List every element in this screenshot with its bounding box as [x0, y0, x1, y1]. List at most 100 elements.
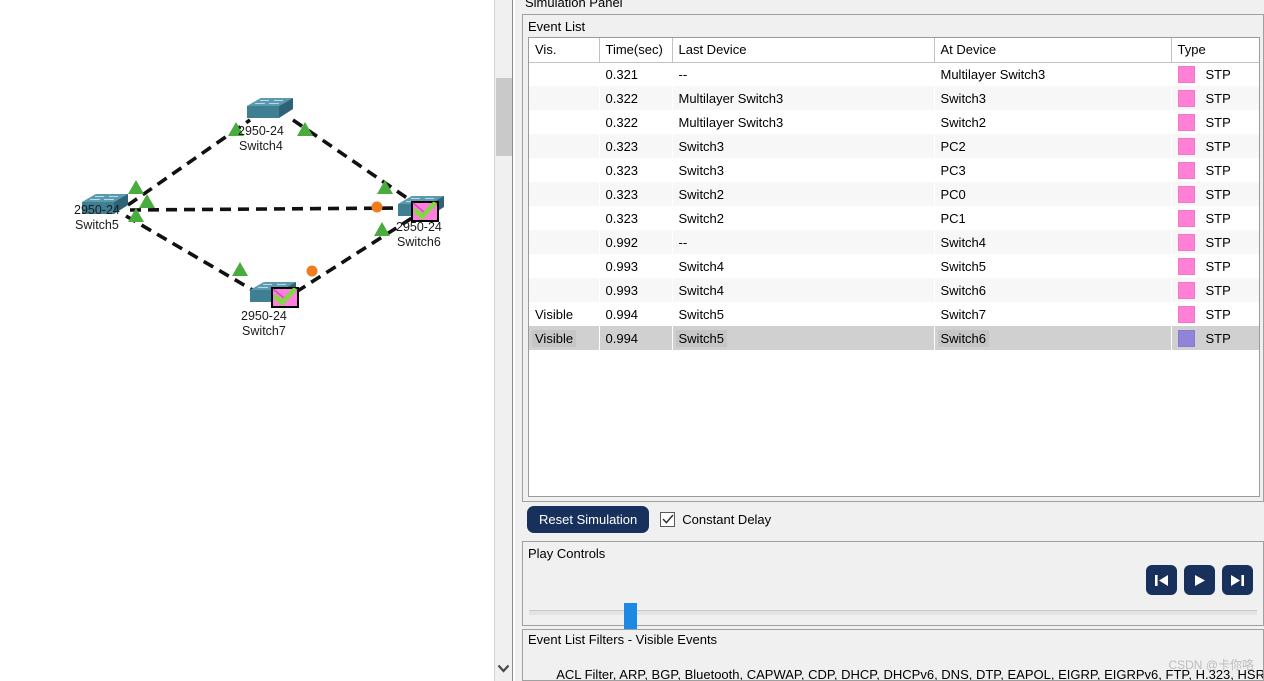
cell-last-device: Switch2 [678, 210, 725, 226]
cell-time: 0.323 [599, 134, 672, 158]
cell-time: 0.993 [605, 258, 639, 274]
table-row[interactable]: 0.992 -- Switch4 STP [529, 230, 1259, 254]
cell-at-device: Switch7 [940, 306, 987, 322]
cell-vis [529, 110, 599, 134]
cell-vis [529, 278, 599, 302]
cell-vis [529, 134, 599, 158]
chevron-down-icon[interactable] [495, 660, 512, 677]
cell-at-device: Multilayer Switch3 [940, 66, 1046, 82]
network-topology-canvas[interactable]: 2950-24 Switch4 2950-24 Switch5 2950-24 … [0, 0, 492, 681]
cell-at-device: PC2 [934, 134, 1171, 158]
port-status-icon [128, 180, 144, 194]
cell-last-device: Multilayer Switch3 [672, 86, 934, 110]
device-model: 2950-24 [238, 124, 284, 138]
type-color-swatch [1177, 257, 1195, 275]
table-row[interactable]: 0.321 -- Multilayer Switch3 STP [529, 62, 1259, 86]
cell-at-device: Switch2 [940, 114, 987, 130]
envelope-icon-switch6 [412, 202, 438, 221]
cell-type: STP [1171, 158, 1259, 182]
cell-last-device: Switch5 [672, 326, 934, 350]
table-row[interactable]: 0.323 Switch3 PC2 STP [529, 134, 1259, 158]
cell-time: 0.323 [605, 162, 639, 178]
type-label: STP [1205, 234, 1231, 250]
cell-type: STP [1171, 110, 1259, 134]
table-row[interactable]: Visible 0.994 Switch5 Switch7 STP [529, 302, 1259, 326]
event-list-filters-group: Event List Filters - Visible Events ACL … [522, 629, 1264, 681]
cell-type: STP [1171, 302, 1259, 326]
canvas-vertical-scrollbar[interactable] [494, 0, 513, 681]
cell-type: STP [1171, 326, 1259, 350]
cell-last-device: Multilayer Switch3 [678, 114, 784, 130]
column-header-type[interactable]: Type [1171, 38, 1259, 63]
type-color-swatch [1177, 209, 1195, 227]
table-row[interactable]: 0.993 Switch4 Switch5 STP [529, 254, 1259, 278]
constant-delay-label: Constant Delay [682, 512, 772, 527]
cell-vis [529, 158, 599, 182]
simulation-time-slider[interactable] [529, 603, 1257, 629]
type-label: STP [1205, 114, 1231, 130]
cell-time: 0.322 [605, 114, 639, 130]
cell-type: STP [1171, 62, 1259, 86]
table-row[interactable]: 0.323 Switch2 PC1 STP [529, 206, 1259, 230]
cell-at-device: Switch4 [934, 230, 1171, 254]
table-row[interactable]: 0.322 Multilayer Switch3 Switch3 STP [529, 86, 1259, 110]
checkbox-box[interactable] [660, 512, 676, 527]
forward-to-end-button[interactable] [1222, 565, 1253, 595]
cell-vis: Visible [535, 306, 574, 322]
type-color-swatch [1177, 65, 1195, 83]
constant-delay-checkbox[interactable]: Constant Delay [660, 512, 771, 527]
type-label: STP [1205, 162, 1231, 178]
type-label: STP [1205, 90, 1231, 106]
device-model: 2950-24 [74, 203, 120, 217]
envelope-icon-switch7 [272, 288, 298, 307]
column-header-last-device[interactable]: Last Device [672, 38, 935, 63]
device-name: Switch5 [75, 218, 119, 232]
table-row[interactable]: 0.323 Switch3 PC3 STP [529, 158, 1259, 182]
event-list-filters-text[interactable]: ACL Filter, ARP, BGP, Bluetooth, CAPWAP,… [528, 649, 1263, 680]
cell-last-device: Switch5 [678, 306, 725, 322]
event-list-body: 0.321 -- Multilayer Switch3 STP 0.322 Multila… [529, 62, 1259, 350]
table-row[interactable]: 0.993 Switch4 Switch6 STP [529, 278, 1259, 302]
event-list-table-container[interactable]: Vis. Time(sec) Last Device At Device Typ… [528, 37, 1260, 497]
back-to-start-button[interactable] [1146, 565, 1177, 595]
slider-thumb[interactable] [623, 603, 637, 629]
scrollbar-thumb[interactable] [496, 78, 512, 156]
device-name: Switch7 [242, 324, 286, 338]
cell-last-device: Switch4 [678, 258, 725, 274]
skip-forward-icon [1231, 574, 1244, 586]
table-row[interactable]: 0.323 Switch2 PC0 STP [529, 182, 1259, 206]
event-list-filters-legend: Event List Filters - Visible Events [528, 632, 718, 647]
skip-back-icon [1155, 574, 1168, 586]
cell-last-device: -- [672, 230, 934, 254]
port-status-icon [232, 262, 248, 276]
packet-icon [306, 265, 318, 277]
table-row[interactable]: Visible 0.994 Switch5 Switch6 STP [529, 326, 1259, 350]
cell-at-device: Switch5 [940, 258, 987, 274]
column-header-vis[interactable]: Vis. [529, 38, 600, 63]
type-label: STP [1205, 210, 1231, 226]
table-row[interactable]: 0.322 Multilayer Switch3 Switch2 STP [529, 110, 1259, 134]
cell-at-device: Switch3 [934, 86, 1171, 110]
play-icon [1195, 574, 1205, 586]
device-model: 2950-24 [241, 309, 287, 323]
slider-track[interactable] [529, 610, 1257, 615]
device-label-switch6: 2950-24 Switch6 [396, 220, 442, 250]
simulation-panel: Simulation Panel Event List Vis. Time(se… [515, 0, 1264, 681]
cell-time: 0.321 [605, 66, 639, 82]
type-label: STP [1205, 282, 1231, 298]
play-button[interactable] [1184, 565, 1215, 595]
packets-in-transit [306, 201, 383, 277]
cell-vis: Visible [529, 326, 599, 350]
type-label: STP [1205, 138, 1231, 154]
device-switch4[interactable] [246, 97, 294, 119]
cell-vis [529, 62, 599, 86]
cell-time: 0.994 [605, 306, 639, 322]
column-header-at-device[interactable]: At Device [934, 38, 1172, 63]
reset-simulation-button[interactable]: Reset Simulation [527, 506, 650, 533]
device-label-switch4: 2950-24 Switch4 [238, 124, 284, 154]
column-header-time[interactable]: Time(sec) [599, 38, 673, 63]
link-switch5-switch7 [125, 214, 257, 294]
cell-at-device: Switch6 [934, 326, 1171, 350]
cell-vis [529, 254, 599, 278]
table-header-row: Vis. Time(sec) Last Device At Device Typ… [529, 38, 1259, 63]
